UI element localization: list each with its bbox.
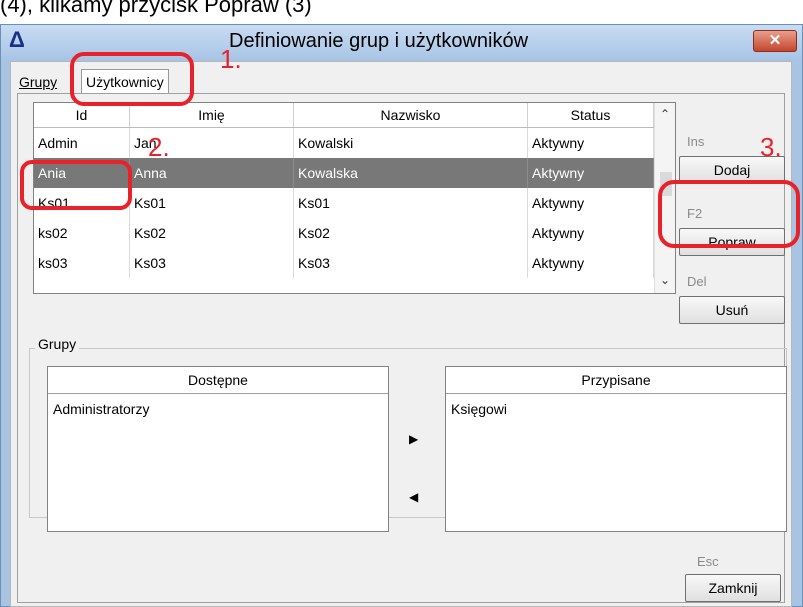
assigned-groups-header: Przypisane: [446, 367, 786, 394]
cell-imie: Ks03: [130, 248, 294, 278]
list-item[interactable]: Administratorzy: [53, 401, 149, 417]
cell-imie: Ks02: [130, 218, 294, 248]
available-groups-header: Dostępne: [48, 367, 388, 394]
groups-groupbox-label: Grupy: [35, 336, 80, 352]
cell-id: ks02: [34, 218, 130, 248]
annotation-circle-tab: [70, 52, 194, 106]
move-left-icon[interactable]: ◀: [409, 490, 418, 504]
cell-status: Aktywny: [528, 128, 654, 158]
move-right-icon[interactable]: ▶: [409, 432, 418, 446]
dialog-window: Δ Definiowanie grup i użytkowników ✕ Gru…: [0, 24, 803, 607]
top-caption: (4), klikamy przycisk Popraw (3): [0, 0, 312, 17]
annotation-step-3: 3.: [760, 132, 782, 162]
cell-status: Aktywny: [528, 188, 654, 218]
cell-nazwisko: Kowalski: [294, 128, 528, 158]
annotation-step-2: 2.: [148, 132, 170, 162]
delete-user-button[interactable]: Usuń: [679, 296, 785, 324]
close-window-button[interactable]: ✕: [753, 30, 797, 52]
scroll-down-icon[interactable]: ⌄: [660, 273, 670, 287]
table-row[interactable]: ks03 Ks03 Ks03 Aktywny: [34, 248, 654, 278]
delta-icon: Δ: [9, 27, 25, 52]
add-shortcut-hint: Ins: [687, 134, 705, 149]
cell-id: Admin: [34, 128, 130, 158]
cell-nazwisko: Ks03: [294, 248, 528, 278]
column-header-id[interactable]: Id: [34, 103, 130, 127]
tab-grupy[interactable]: Grupy: [15, 70, 61, 94]
cell-status: Aktywny: [528, 218, 654, 248]
table-row[interactable]: Admin Jan Kowalski Aktywny: [34, 128, 654, 158]
column-header-imie[interactable]: Imię: [130, 103, 294, 127]
available-groups-list[interactable]: Dostępne Administratorzy: [47, 366, 389, 532]
delete-shortcut-hint: Del: [687, 274, 707, 289]
annotation-circle-edit-button: [658, 180, 800, 248]
scroll-up-icon[interactable]: ⌃: [660, 107, 670, 121]
cell-nazwisko: Kowalska: [294, 158, 528, 188]
cell-status: Aktywny: [528, 248, 654, 278]
tab-grupy-label: Grupy: [19, 74, 58, 90]
assigned-groups-list[interactable]: Przypisane Księgowi: [445, 366, 787, 532]
cell-imie: Ks01: [130, 188, 294, 218]
close-shortcut-hint: Esc: [697, 554, 719, 569]
table-header: Id Imię Nazwisko Status: [34, 103, 654, 128]
column-header-nazwisko[interactable]: Nazwisko: [294, 103, 528, 127]
annotation-step-1: 1.: [220, 44, 242, 74]
zamknij-button[interactable]: Zamknij: [685, 574, 781, 602]
annotation-circle-user: [20, 160, 132, 210]
cell-nazwisko: Ks01: [294, 188, 528, 218]
cell-nazwisko: Ks02: [294, 218, 528, 248]
window-title: Definiowanie grup i użytkowników: [229, 30, 529, 52]
dialog-client-area: Grupy Użytkownicy Id Imię Nazwisko Statu…: [10, 61, 792, 607]
column-header-status[interactable]: Status: [528, 103, 654, 127]
table-row[interactable]: ks02 Ks02 Ks02 Aktywny: [34, 218, 654, 248]
list-item[interactable]: Księgowi: [451, 401, 507, 417]
cell-status: Aktywny: [528, 158, 654, 188]
cell-id: ks03: [34, 248, 130, 278]
